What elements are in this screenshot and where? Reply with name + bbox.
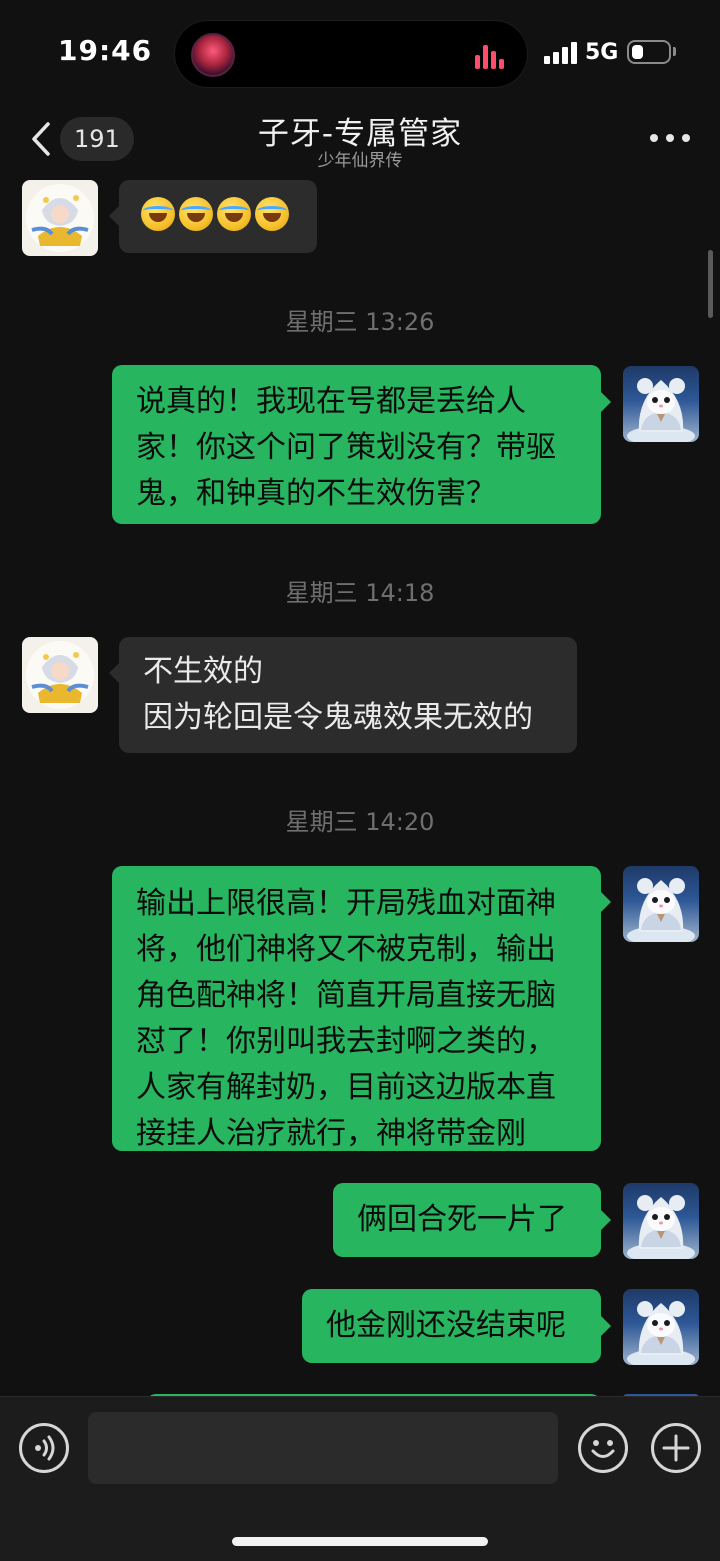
- laughing-tears-emoji-icon: [255, 197, 289, 231]
- input-bar: [0, 1396, 720, 1561]
- audio-visualizer-icon: [475, 43, 504, 69]
- more-options-icon[interactable]: [650, 134, 690, 144]
- message-bubble-incoming[interactable]: 不生效的 因为轮回是令鬼魂效果无效的: [119, 637, 577, 753]
- self-avatar-image: [627, 1301, 695, 1365]
- laughing-tears-emoji-icon: [217, 197, 251, 231]
- self-avatar[interactable]: [623, 1183, 699, 1259]
- status-time: 19:46: [58, 34, 153, 67]
- plus-icon: [662, 1434, 690, 1462]
- network-type: 5G: [585, 40, 619, 65]
- contact-avatar-image: [26, 641, 94, 709]
- self-avatar-image: [627, 378, 695, 442]
- smiley-icon: [591, 1440, 615, 1458]
- contact-avatar[interactable]: [22, 637, 98, 713]
- message-bubble-outgoing[interactable]: 输出上限很高！开局残血对面神将，他们神将又不被克制，输出角色配神将！简直开局直接…: [112, 866, 601, 1151]
- self-avatar[interactable]: [623, 866, 699, 942]
- emoji-button[interactable]: [578, 1423, 628, 1473]
- self-avatar[interactable]: [623, 366, 699, 442]
- voice-wave-icon: [35, 1435, 55, 1461]
- message-timestamp: 星期三 13:26: [285, 308, 435, 336]
- laughing-tears-emoji-icon: [179, 197, 213, 231]
- status-bar: 19:46 5G: [0, 0, 720, 100]
- more-actions-button[interactable]: [651, 1423, 701, 1473]
- laughing-tears-emoji-icon: [141, 197, 175, 231]
- message-timestamp: 星期三 14:20: [285, 808, 435, 836]
- message-timestamp: 星期三 14:18: [285, 579, 435, 607]
- message-line: 不生效的: [143, 654, 263, 689]
- contact-avatar[interactable]: [22, 180, 98, 256]
- dynamic-island[interactable]: [174, 20, 528, 88]
- battery-tip: [673, 47, 676, 56]
- message-list[interactable]: 星期三 13:26 说真的！我现在号都是丢给人家！你这个问了策划没有？带驱鬼，和…: [0, 180, 720, 1396]
- chat-subtitle: 少年仙界传: [317, 151, 403, 171]
- now-playing-artwork: [191, 33, 235, 77]
- contact-avatar-image: [26, 184, 94, 252]
- message-bubble-incoming[interactable]: [119, 180, 317, 253]
- self-avatar-image: [627, 878, 695, 942]
- home-indicator[interactable]: [232, 1537, 488, 1546]
- battery-icon: [627, 40, 671, 64]
- voice-input-button[interactable]: [19, 1423, 69, 1473]
- message-bubble-outgoing[interactable]: 俩回合死一片了: [333, 1183, 601, 1257]
- message-bubble-outgoing[interactable]: 他金刚还没结束呢: [302, 1289, 601, 1363]
- message-bubble-outgoing[interactable]: 说真的！我现在号都是丢给人家！你这个问了策划没有？带驱鬼，和钟真的不生效伤害？: [112, 365, 601, 524]
- message-line: 因为轮回是令鬼魂效果无效的: [143, 700, 533, 735]
- chat-header: 191 子牙-专属管家 少年仙界传: [0, 100, 720, 180]
- emoji-row: [141, 197, 295, 231]
- self-avatar-image: [627, 1195, 695, 1259]
- self-avatar[interactable]: [623, 1289, 699, 1365]
- message-input[interactable]: [88, 1412, 558, 1484]
- signal-strength-icon: [544, 42, 578, 64]
